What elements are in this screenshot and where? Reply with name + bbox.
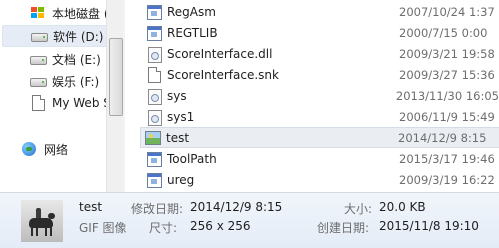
nav-item-drive-e[interactable]: 文档 (E:) (2, 49, 101, 69)
file-name: ureg (167, 172, 195, 187)
file-row-ureg[interactable]: ureg 2009/3/19 16:22 (142, 169, 499, 190)
exe-icon (146, 151, 162, 167)
file-modified-date: 2009/3/19 16:22 (399, 172, 495, 187)
details-file-name: test (79, 200, 103, 214)
config-icon (146, 109, 162, 126)
file-modified-date: 2014/12/9 8:15 (398, 130, 487, 145)
file-row-test[interactable]: test 2014/12/9 8:15 (140, 127, 499, 148)
details-created-label: 创建日期: (317, 221, 370, 235)
file-list: RegAsm 2007/10/24 1:37 REGTLIB 2000/7/15… (125, 0, 499, 192)
file-row-regasm[interactable]: RegAsm 2007/10/24 1:37 (142, 1, 499, 22)
file-name: REGTLIB (167, 25, 218, 40)
nav-item-drive-f[interactable]: 娱乐 (F:) (2, 71, 99, 91)
nav-item-label: 软件 (D:) (53, 29, 104, 44)
details-pane: test GIF 图像 修改日期: 2014/12/9 8:15 尺寸: 256… (0, 192, 499, 248)
nav-item-label: My Web S (52, 96, 111, 110)
file-modified-date: 2009/3/21 19:58 (399, 46, 495, 61)
file-name: sys1 (167, 109, 195, 124)
windows-drive-icon (30, 5, 48, 21)
exe-icon (146, 172, 162, 188)
details-file-type: GIF 图像 (79, 221, 127, 235)
file-thumbnail (21, 200, 63, 242)
navigation-scrollbar[interactable] (106, 0, 123, 192)
navigation-pane: 本地磁盘 (C:) 软件 (D:) 文档 (E:) 娱乐 (F:) My Web… (0, 0, 123, 192)
dll-icon (146, 46, 162, 63)
file-name: ScoreInterface.snk (167, 67, 279, 82)
file-name: ScoreInterface.dll (167, 46, 273, 61)
details-created-value: 2015/11/8 19:10 (379, 219, 479, 233)
nav-item-label: 娱乐 (F:) (52, 74, 100, 89)
exe-icon (146, 25, 162, 41)
nav-item-my-web-sites[interactable]: My Web S (2, 93, 111, 113)
details-dimensions-value: 256 x 256 (190, 219, 251, 233)
file-name: RegAsm (167, 4, 216, 19)
file-modified-date: 2000/7/15 0:00 (399, 25, 488, 40)
file-row-toolpath[interactable]: ToolPath 2015/3/17 19:46 (142, 148, 499, 169)
details-size-value: 20.0 KB (379, 200, 426, 214)
document-icon (30, 95, 48, 111)
config-icon (146, 88, 162, 105)
nav-item-label: 网络 (44, 142, 69, 157)
nav-item-drive-d[interactable]: 软件 (D:) (2, 25, 120, 47)
details-modified-label: 修改日期: (131, 202, 184, 216)
file-row-scoreinterface-dll[interactable]: ScoreInterface.dll 2009/3/21 19:58 (142, 43, 499, 64)
network-icon (22, 141, 40, 157)
file-modified-date: 2009/3/27 15:36 (399, 67, 495, 82)
scrollbar-thumb[interactable] (109, 38, 123, 116)
file-row-sys[interactable]: sys 2013/11/30 16:05 (142, 85, 499, 106)
details-size-label: 大小: (344, 202, 373, 216)
nav-item-drive-c[interactable]: 本地磁盘 (C:) (2, 3, 123, 23)
file-row-sys1[interactable]: sys1 2006/11/9 15:49 (142, 106, 499, 127)
file-row-scoreinterface-snk[interactable]: ScoreInterface.snk 2009/3/27 15:36 (142, 64, 499, 85)
file-name: ToolPath (167, 151, 217, 166)
details-dimensions-label: 尺寸: (149, 221, 178, 235)
drive-icon (30, 73, 48, 89)
gif-image-icon (145, 130, 161, 146)
exe-icon (146, 4, 162, 20)
file-modified-date: 2007/10/24 1:37 (399, 4, 495, 19)
nav-item-network[interactable]: 网络 (2, 139, 68, 159)
details-modified-value: 2014/12/9 8:15 (190, 200, 283, 214)
file-modified-date: 2013/11/30 16:05 (395, 88, 499, 103)
drive-icon (30, 51, 48, 67)
nav-item-label: 文档 (E:) (52, 52, 101, 67)
drive-icon (31, 28, 49, 44)
file-modified-date: 2015/3/17 19:46 (399, 151, 495, 166)
file-row-regtlib[interactable]: REGTLIB 2000/7/15 0:00 (142, 22, 499, 43)
file-name: test (166, 130, 190, 145)
file-modified-date: 2006/11/9 15:49 (399, 109, 495, 124)
file-icon (146, 66, 162, 83)
file-name: sys (167, 88, 187, 103)
